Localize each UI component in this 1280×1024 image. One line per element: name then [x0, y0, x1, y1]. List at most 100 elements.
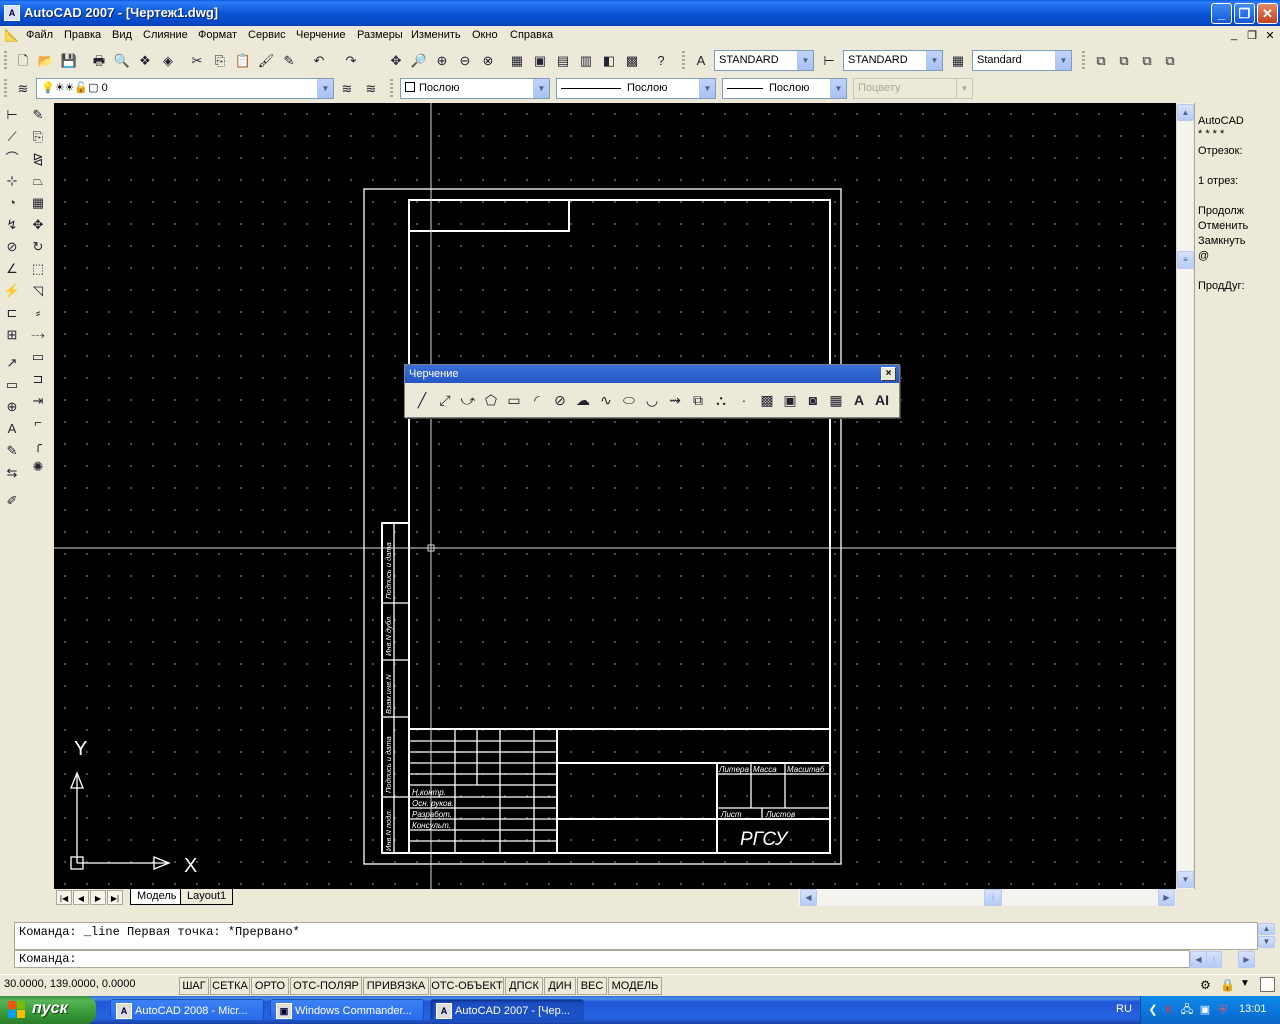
point-icon[interactable]: ·: [733, 389, 755, 413]
ellipse-icon[interactable]: ⬭: [618, 389, 640, 413]
dim-angular-icon[interactable]: ∠: [1, 258, 23, 280]
maximize-button[interactable]: ❐: [1234, 3, 1255, 24]
spline-icon[interactable]: ∿: [595, 389, 617, 413]
vertical-scrollbar[interactable]: ▲ ≡ ▼: [1176, 103, 1194, 889]
dim-radius-icon[interactable]: ◔: [1, 192, 23, 214]
sheet-set-icon[interactable]: ▥: [575, 50, 597, 72]
grid-toggle[interactable]: СЕТКА: [210, 977, 250, 995]
revision-cloud-icon[interactable]: ☁: [572, 389, 594, 413]
center-mark-icon[interactable]: ⊕: [1, 396, 23, 418]
toolbar-grip[interactable]: [682, 51, 685, 71]
block-editor-icon[interactable]: ✎: [278, 50, 300, 72]
side-item-continue[interactable]: Продолж: [1198, 205, 1244, 217]
prev-tab-icon[interactable]: ◀: [73, 890, 89, 905]
horizontal-scrollbar[interactable]: ◀ ⦙ ▶: [798, 889, 1176, 906]
side-item-at[interactable]: @: [1198, 250, 1209, 262]
zoom-extents-icon[interactable]: ⊗: [477, 50, 499, 72]
break-at-point-icon[interactable]: ▭: [27, 346, 49, 368]
markup-icon[interactable]: ◧: [598, 50, 620, 72]
polar-toggle[interactable]: ОТС-ПОЛЯР: [290, 977, 362, 995]
side-item-close[interactable]: Замкнуть: [1198, 235, 1245, 247]
tab-model[interactable]: Модель: [130, 889, 184, 905]
table-style-select[interactable]: Standard ▼: [972, 50, 1072, 71]
design-center-icon[interactable]: ▣: [529, 50, 551, 72]
zoom-previous-icon[interactable]: ⊖: [454, 50, 476, 72]
dim-continue-icon[interactable]: ⊞: [1, 324, 23, 346]
toolbar-grip[interactable]: [4, 51, 7, 71]
menu-tools[interactable]: Сервис: [248, 29, 286, 41]
construction-line-icon[interactable]: ⤢: [434, 389, 456, 413]
scale-icon[interactable]: ⬚: [27, 258, 49, 280]
dim-update-icon[interactable]: ⇆: [1, 462, 23, 484]
redo-icon[interactable]: ↷: [340, 50, 362, 72]
side-item-autocad[interactable]: AutoCAD: [1198, 115, 1244, 127]
task-windows-commander[interactable]: ▣ Windows Commander...: [270, 999, 424, 1021]
layer-select[interactable]: 💡☀☀🔓▢ 0 ▼: [36, 78, 334, 99]
doc-close-icon[interactable]: ✕: [1262, 29, 1278, 42]
scroll-right-icon[interactable]: ▶: [1158, 889, 1175, 906]
cut-icon[interactable]: ✂: [186, 50, 208, 72]
zoom-realtime-icon[interactable]: 🔎: [408, 50, 430, 72]
scroll-left-icon[interactable]: ◀: [800, 889, 817, 906]
copy-object-icon[interactable]: ⎘: [27, 126, 49, 148]
command-input[interactable]: Команда:: [14, 950, 1190, 968]
autocad-app-icon[interactable]: A: [4, 5, 20, 21]
single-line-text-icon[interactable]: AI: [871, 389, 893, 413]
osnap-toggle[interactable]: ПРИВЯЗКА: [363, 977, 429, 995]
menu-modify[interactable]: Изменить: [411, 29, 461, 41]
offset-icon[interactable]: ⏢: [27, 170, 49, 192]
table-icon[interactable]: ▦: [825, 389, 847, 413]
dim-arc-icon[interactable]: ⌒: [1, 148, 23, 170]
tray-arrow-icon[interactable]: ❮: [1145, 1002, 1161, 1018]
stretch-icon[interactable]: ◹: [27, 280, 49, 302]
dim-edit-icon[interactable]: A: [1, 418, 23, 440]
make-current-layer-icon[interactable]: ≋: [336, 78, 358, 100]
ducs-toggle[interactable]: ДПСК: [505, 977, 543, 995]
language-indicator[interactable]: RU: [1116, 1003, 1132, 1015]
calculator-icon[interactable]: ▩: [621, 50, 643, 72]
text-style-select[interactable]: STANDARD ▼: [714, 50, 814, 71]
lineweight-select[interactable]: Послою ▼: [722, 78, 847, 99]
menu-help[interactable]: Справка: [510, 29, 553, 41]
new-icon[interactable]: 🗋: [12, 50, 34, 72]
mirror-icon[interactable]: ⧎: [27, 148, 49, 170]
array-icon[interactable]: ▦: [27, 192, 49, 214]
fillet-icon[interactable]: ╭: [27, 434, 49, 456]
paste-icon[interactable]: 📋: [232, 50, 254, 72]
dyn-toggle[interactable]: ДИН: [544, 977, 576, 995]
insert-block-icon[interactable]: ⇝: [664, 389, 686, 413]
menu-format[interactable]: Формат: [198, 29, 237, 41]
ellipse-arc-icon[interactable]: ◡: [641, 389, 663, 413]
workspace-2-icon[interactable]: ⧉: [1113, 50, 1135, 72]
workspace-4-icon[interactable]: ⧉: [1159, 50, 1181, 72]
erase-icon[interactable]: ✎: [27, 104, 49, 126]
preview-icon[interactable]: 🔍: [111, 50, 133, 72]
extend-icon[interactable]: ⤏: [27, 324, 49, 346]
document-icon[interactable]: 📐: [4, 28, 20, 44]
menu-view[interactable]: Вид: [112, 29, 132, 41]
chamfer-icon[interactable]: ⌐: [27, 412, 49, 434]
dim-linear-icon[interactable]: ⊢: [1, 104, 23, 126]
gradient-icon[interactable]: ▣: [779, 389, 801, 413]
first-tab-icon[interactable]: |◀: [56, 890, 72, 905]
explode-icon[interactable]: ✺: [27, 456, 49, 478]
menu-file[interactable]: Файл: [26, 29, 53, 41]
hatch-icon[interactable]: ▩: [756, 389, 778, 413]
security-icon[interactable]: ⛨: [1215, 1002, 1231, 1018]
zoom-window-icon[interactable]: ⊕: [431, 50, 453, 72]
quick-leader-icon[interactable]: ↗: [1, 352, 23, 374]
task-autocad-2007[interactable]: A AutoCAD 2007 - [Чер...: [430, 999, 584, 1021]
color-select[interactable]: Послою ▼: [400, 78, 550, 99]
point-group-icon[interactable]: ⛬: [710, 389, 732, 413]
model-toggle[interactable]: МОДЕЛЬ: [608, 977, 662, 995]
undo-icon[interactable]: ↶: [308, 50, 330, 72]
cmd-scroll-down-icon[interactable]: ▼: [1258, 936, 1275, 948]
linetype-select[interactable]: Послою ▼: [556, 78, 716, 99]
make-block-icon[interactable]: ⧉: [687, 389, 709, 413]
polyline-icon[interactable]: ⤻: [457, 389, 479, 413]
quick-dim-icon[interactable]: ⚡: [1, 280, 23, 302]
side-item-1seg[interactable]: 1 отрез:: [1198, 175, 1238, 187]
layer-previous-icon[interactable]: ≋: [360, 78, 382, 100]
tab-layout1[interactable]: Layout1: [180, 889, 234, 905]
dim-style-left-icon[interactable]: ✐: [1, 490, 23, 512]
